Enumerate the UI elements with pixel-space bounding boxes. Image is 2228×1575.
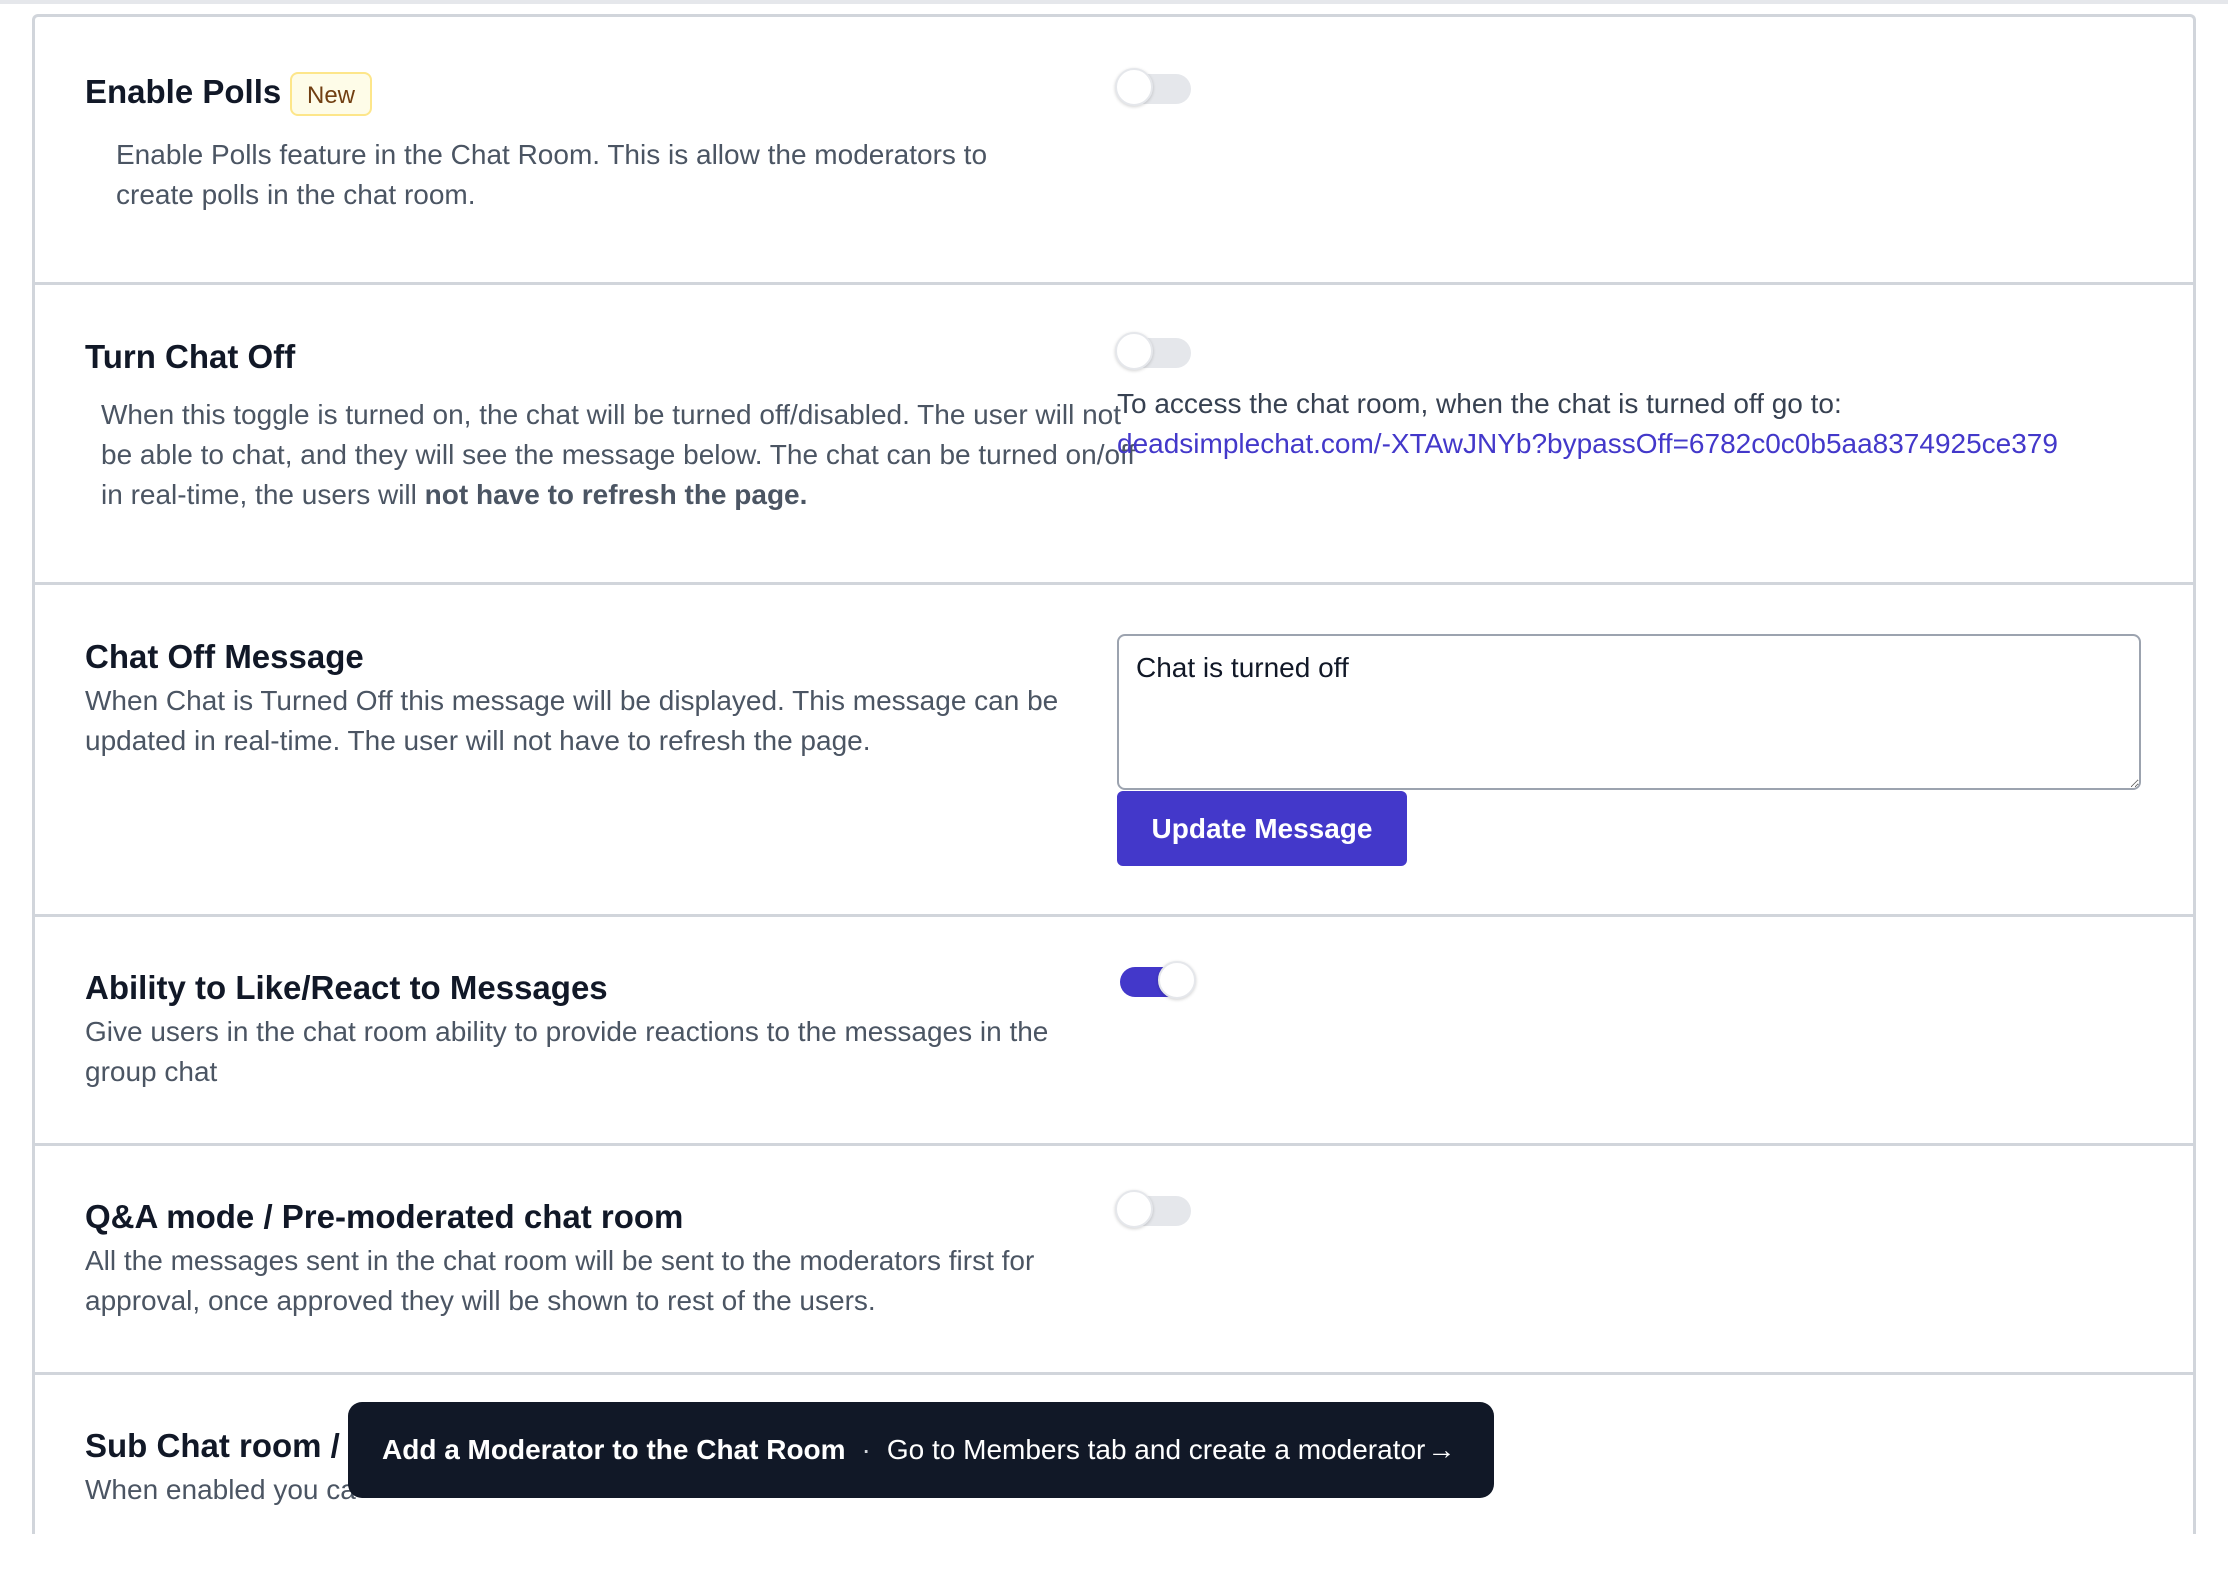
toggle-knob — [1158, 961, 1196, 999]
chat-off-description-bold: not have to refresh the page. — [424, 479, 808, 510]
polls-section: Enable Polls New Enable Polls feature in… — [35, 17, 2193, 285]
toast-message: Go to Members tab and create a moderator — [886, 1434, 1426, 1465]
toast-title: Add a Moderator to the Chat Room — [382, 1434, 846, 1465]
access-text: To access the chat room, when the chat i… — [1117, 388, 1842, 419]
qa-mode-toggle[interactable] — [1115, 1190, 1191, 1228]
polls-description: Enable Polls feature in the Chat Room. T… — [116, 139, 988, 210]
toggle-knob — [1115, 332, 1153, 370]
polls-title: Enable Polls — [85, 73, 282, 110]
toggle-knob — [1115, 68, 1153, 106]
reactions-title: Ability to Like/React to Messages — [85, 969, 608, 1006]
chat-off-description: When this toggle is turned on, the chat … — [101, 395, 1136, 515]
top-divider — [0, 0, 2228, 4]
chat-off-message-description: When Chat is Turned Off this message wil… — [85, 685, 1059, 756]
toast-separator: · — [861, 1434, 871, 1465]
chat-off-message-title: Chat Off Message — [85, 638, 364, 675]
toggle-knob — [1115, 1190, 1153, 1228]
reactions-toggle[interactable] — [1120, 961, 1196, 999]
chat-off-toggle[interactable] — [1115, 332, 1191, 370]
new-badge: New — [290, 72, 373, 116]
reactions-description: Give users in the chat room ability to p… — [85, 1016, 1049, 1087]
polls-toggle[interactable] — [1115, 68, 1191, 106]
reactions-section: Ability to Like/React to Messages Give u… — [35, 917, 2193, 1146]
qa-mode-section: Q&A mode / Pre-moderated chat room All t… — [35, 1146, 2193, 1375]
chat-off-title: Turn Chat Off — [85, 338, 296, 375]
qa-mode-description: All the messages sent in the chat room w… — [85, 1245, 1035, 1316]
settings-panel: Enable Polls New Enable Polls feature in… — [32, 14, 2196, 1534]
add-moderator-toast[interactable]: Add a Moderator to the Chat Room · Go to… — [348, 1402, 1494, 1498]
sub-chat-title: Sub Chat room / C — [85, 1427, 373, 1464]
bypass-link[interactable]: deadsimplechat.com/-XTAwJNYb?bypassOff=6… — [1117, 424, 2058, 464]
arrow-right-icon: → — [1427, 1434, 1456, 1465]
qa-mode-title: Q&A mode / Pre-moderated chat room — [85, 1198, 684, 1235]
chat-off-message-input[interactable]: Chat is turned off — [1117, 634, 2141, 790]
update-message-button[interactable]: Update Message — [1117, 791, 1407, 866]
chat-off-message-section: Chat Off Message When Chat is Turned Off… — [35, 585, 2193, 917]
chat-off-section: Turn Chat Off When this toggle is turned… — [35, 285, 2193, 585]
